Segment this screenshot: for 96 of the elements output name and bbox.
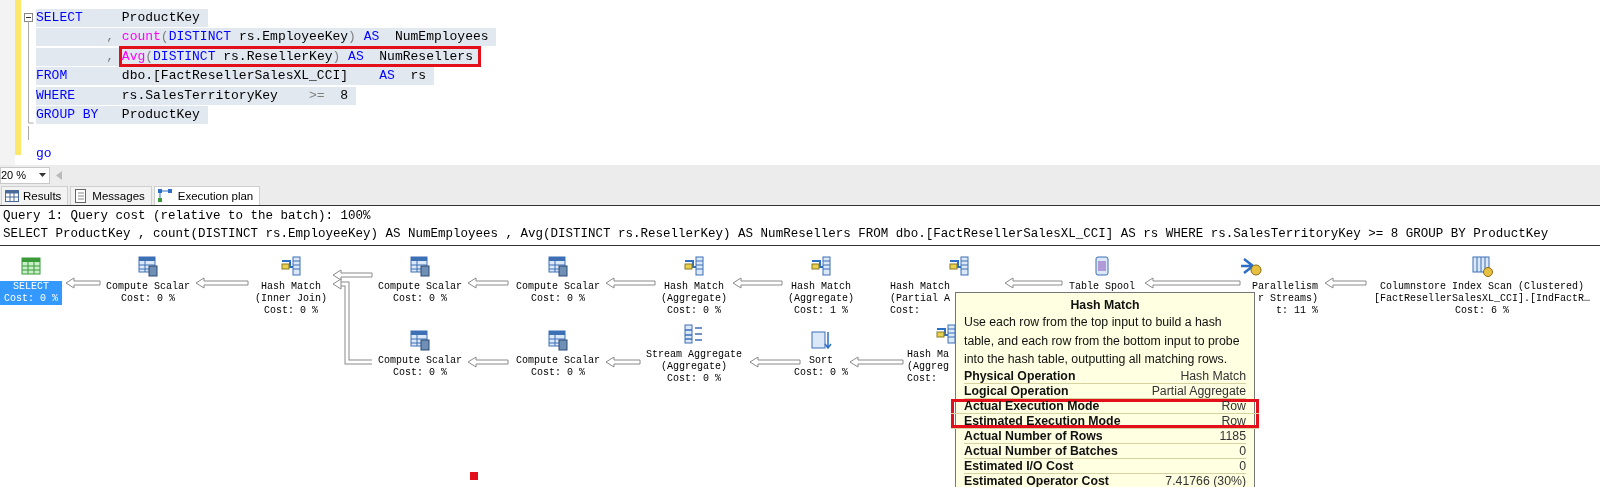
cost-label: Cost: 0 % xyxy=(4,293,58,305)
operator-detail: (Aggregate) xyxy=(661,293,727,305)
cost-label: Cost: 0 % xyxy=(121,293,175,305)
property-value: 1185 xyxy=(1219,428,1246,443)
table-calculator-icon xyxy=(409,329,431,351)
property-name: Actual Number of Batches xyxy=(964,443,1118,458)
merge-list-icon xyxy=(810,255,832,277)
caret-icon xyxy=(39,173,46,177)
flow-arrow xyxy=(732,277,783,289)
operator-name: Hash Match xyxy=(890,281,950,293)
merge-list-icon xyxy=(280,255,302,277)
flow-arrow xyxy=(467,356,509,368)
property-value: Row xyxy=(1221,413,1246,428)
table-calculator-icon xyxy=(409,255,431,277)
cost-label: Cost: 0 % xyxy=(264,305,318,317)
cost-label: Cost: 1 % xyxy=(794,305,848,317)
cost-label: Cost: xyxy=(907,373,937,385)
operator-detail: (Aggregate) xyxy=(788,293,854,305)
query-cost-text: Query 1: Query cost (relative to the batch): 100% xyxy=(3,208,372,225)
operator-name: Hash Match xyxy=(664,281,724,293)
cost-label: Cost: 0 % xyxy=(531,367,585,379)
flow-arrow xyxy=(605,356,641,368)
sort-icon xyxy=(810,329,832,351)
property-name: Actual Number of Rows xyxy=(964,428,1103,443)
property-name: Estimated Execution Mode xyxy=(964,413,1121,428)
plan-icon xyxy=(157,189,174,203)
marker-square xyxy=(470,472,478,480)
property-value: Hash Match xyxy=(1180,368,1246,383)
document-icon xyxy=(74,189,89,203)
flow-arrow xyxy=(1324,277,1367,289)
flow-arrow xyxy=(1004,277,1063,289)
property-value: Row xyxy=(1221,398,1246,413)
flow-arrow xyxy=(467,277,509,289)
flow-arrow xyxy=(65,277,101,289)
list-icon xyxy=(683,323,705,345)
tooltip-description: Use each row from the top input to build a hash table, and each row from the bottom input to probe into the hash table, outputting all matching rows. xyxy=(964,314,1241,368)
cost-label: Cost: 0 % xyxy=(393,367,447,379)
property-name: Logical Operation xyxy=(964,383,1069,398)
cost-label: Cost: 0 % xyxy=(531,293,585,305)
operator-detail: (Inner Join) xyxy=(255,293,327,305)
operator-detail: (Partial A xyxy=(890,293,950,305)
operator-detail: r Streams) xyxy=(1258,293,1318,305)
cost-label: Cost: 0 % xyxy=(667,305,721,317)
operator-detail: [FactResellerSalesXL_CCI].[IndFactR… xyxy=(1373,293,1590,305)
property-name: Actual Execution Mode xyxy=(964,398,1100,413)
code-line: go xyxy=(36,145,53,164)
property-name: Estimated I/O Cost xyxy=(964,458,1074,473)
property-value: 7.41766 (30%) xyxy=(1165,473,1246,487)
cost-label: Cost: xyxy=(890,305,920,317)
operator-name: Hash Match xyxy=(261,281,321,293)
merge-list-icon xyxy=(948,255,970,277)
grid-icon xyxy=(5,190,19,202)
property-name: Physical Operation xyxy=(964,368,1076,383)
query-text: SELECT ProductKey , count(DISTINCT rs.EmployeeKey) AS NumEmployees , Avg(DISTINCT rs.ResellerKey) AS NumResellers FROM dbo.[FactResellerSalesXL_CCI] AS rs WHERE rs.SalesTerritoryKey >= 8 GROUP BY ProductKey xyxy=(3,225,1550,243)
merge-list-icon xyxy=(683,255,705,277)
tab[interactable]: Messages xyxy=(70,186,152,205)
merge-list-icon xyxy=(935,323,957,345)
cost-label: Cost: 0 % xyxy=(393,293,447,305)
operator-name: Hash Ma xyxy=(907,349,949,361)
operator-name: Columnstore Index Scan (Clustered) xyxy=(1379,281,1584,293)
operator-detail: (Aggregate) xyxy=(661,361,727,373)
operator-name: Compute Scalar xyxy=(516,281,600,293)
tab[interactable]: Execution plan xyxy=(153,186,261,205)
flow-arrow xyxy=(749,356,801,368)
table-calculator-icon xyxy=(547,255,569,277)
cost-label: Cost: 0 % xyxy=(794,367,848,379)
operator-name: Hash Match xyxy=(791,281,851,293)
flow-arrow xyxy=(849,356,904,368)
collapse-icon[interactable] xyxy=(24,13,33,22)
merge-arrows-icon xyxy=(1240,255,1262,277)
operator-name: Stream Aggregate xyxy=(646,349,742,361)
property-value: Partial Aggregate xyxy=(1151,383,1246,398)
zoom-dropdown[interactable]: 20 % xyxy=(0,166,50,184)
table-calculator-icon xyxy=(137,255,159,277)
table-calculator-icon xyxy=(547,329,569,351)
operator-name: Sort xyxy=(809,355,833,367)
operator-name: Compute Scalar xyxy=(516,355,600,367)
columns-icon xyxy=(1471,255,1493,277)
operator-name: SELECT xyxy=(13,281,49,293)
flow-arrow xyxy=(195,277,249,289)
operator-name: Parallelism xyxy=(1252,281,1318,293)
operator-detail: (Aggreg xyxy=(907,361,949,373)
cost-label: Cost: 6 % xyxy=(1455,305,1509,317)
operator-name: Table Spool xyxy=(1069,281,1135,293)
flow-arrow xyxy=(605,277,656,289)
cost-label: t: 11 % xyxy=(1276,305,1318,317)
operator-name: Compute Scalar xyxy=(378,355,462,367)
operator-name: Compute Scalar xyxy=(378,281,462,293)
cost-label: Cost: 0 % xyxy=(667,373,721,385)
tab[interactable]: Results xyxy=(1,186,69,205)
operator-name: Compute Scalar xyxy=(106,281,190,293)
table-icon xyxy=(20,255,42,277)
tooltip-title: Hash Match xyxy=(1069,297,1141,313)
property-value: 0 xyxy=(1239,458,1246,473)
property-name: Estimated Operator Cost xyxy=(964,473,1109,487)
property-value: 0 xyxy=(1239,443,1246,458)
